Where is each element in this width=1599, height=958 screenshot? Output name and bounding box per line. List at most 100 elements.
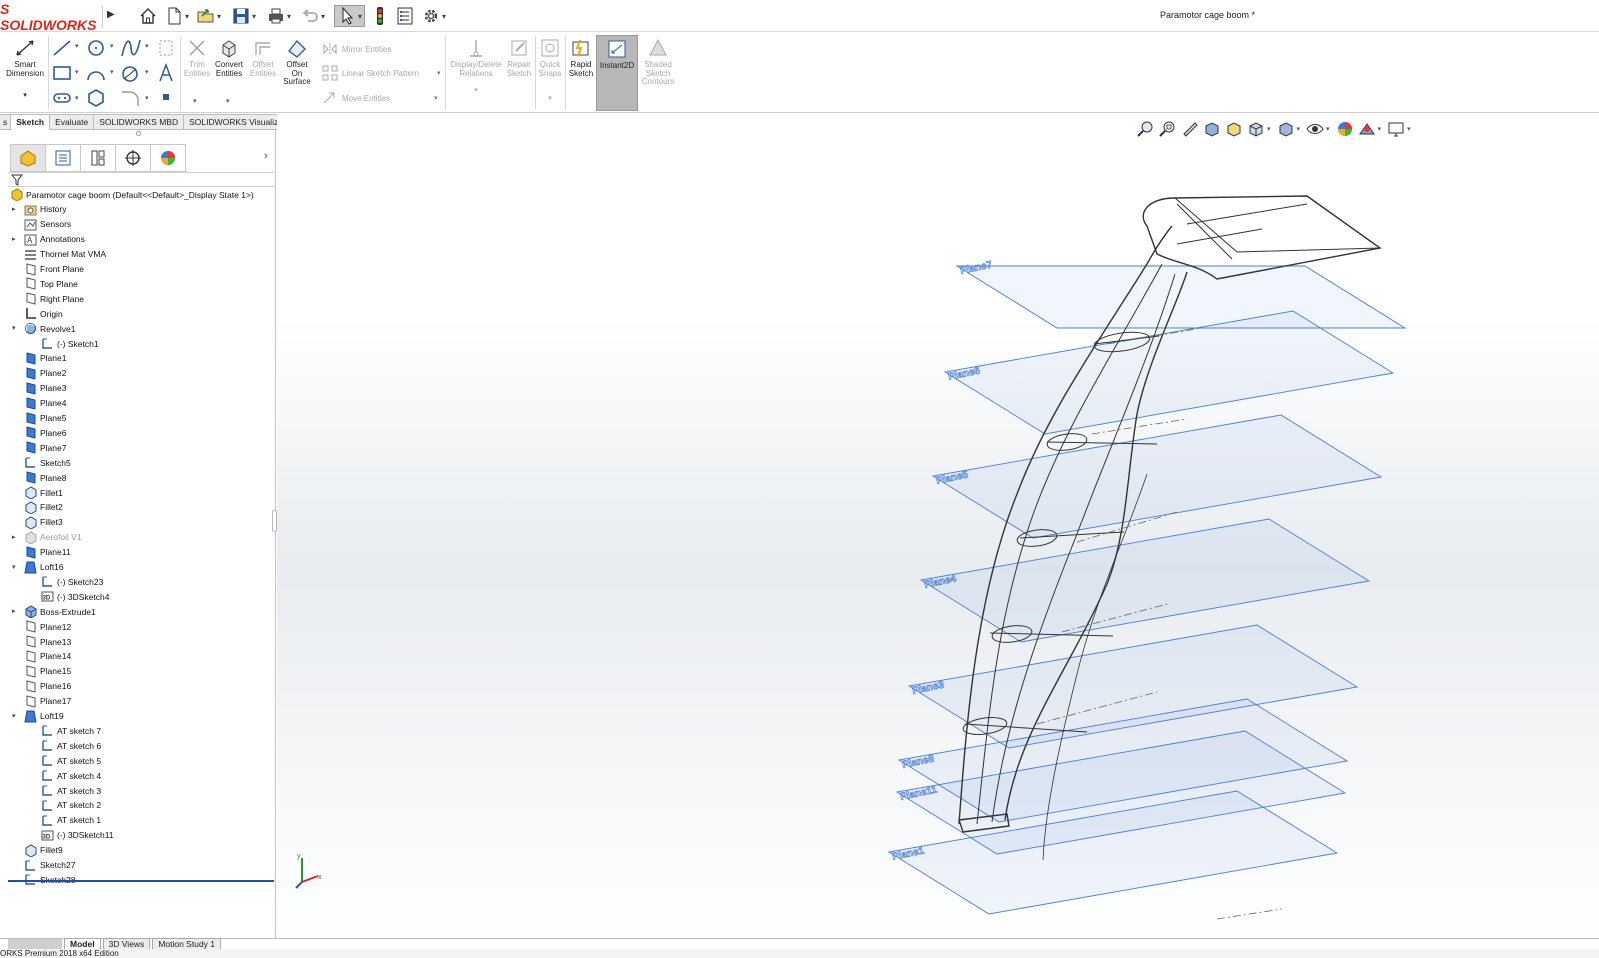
tree-item-top-plane[interactable]: Top Plane — [24, 276, 78, 291]
tree-item-aerofoil-v1[interactable]: Aerofoil V1 — [24, 530, 82, 545]
tab-scroll-arrows[interactable] — [8, 939, 62, 949]
tree-item-at-sketch-5[interactable]: AT sketch 5 — [41, 753, 101, 768]
tree-item-fillet9[interactable]: Fillet9 — [24, 843, 63, 858]
view-orientation-dropdown-icon[interactable]: ▾ — [1267, 125, 1271, 133]
view-orientation-button[interactable] — [1245, 119, 1267, 139]
tree-item-at-sketch-3[interactable]: AT sketch 3 — [41, 783, 101, 798]
tab-3d-views[interactable]: 3D Views — [102, 938, 151, 949]
tree-expand-icon[interactable]: ▾ — [12, 712, 16, 720]
panel-collapse-handle[interactable] — [136, 131, 141, 136]
quick-snaps-button[interactable]: Quick Snaps ▾ — [537, 37, 563, 104]
panel-chevron-right-icon[interactable]: › — [264, 150, 268, 162]
tree-item-thornel-mat-vma[interactable]: Thornel Mat VMA — [24, 247, 106, 262]
tree-item-plane16[interactable]: Plane16 — [24, 679, 71, 694]
tab-motion-study-1[interactable]: Motion Study 1 — [152, 938, 222, 949]
tree-item-3dsketch11[interactable]: 3D (-) 3DSketch11 — [41, 828, 114, 843]
smart-dimension-button[interactable]: Smart Dimension ▾ — [4, 37, 46, 101]
tree-item-plane11[interactable]: Plane11 — [24, 545, 71, 560]
tab-solidworks-visualize[interactable]: SOLIDWORKS Visualize — [184, 114, 289, 130]
zoom-to-area-button[interactable] — [1157, 119, 1179, 139]
tree-item-fillet1[interactable]: Fillet1 — [24, 485, 63, 500]
filter-icon[interactable] — [11, 174, 23, 186]
display-style-dropdown-icon[interactable]: ▾ — [1297, 125, 1301, 133]
tree-item-plane1[interactable]: Plane1 — [24, 351, 66, 366]
tree-item-plane2[interactable]: Plane2 — [24, 366, 66, 381]
tree-item-plane3[interactable]: Plane3 — [24, 381, 66, 396]
tree-item-plane6[interactable]: Plane6 — [24, 425, 66, 440]
print-button[interactable]: ▾ — [266, 5, 291, 27]
spline-tool-icon[interactable] — [120, 38, 142, 58]
tree-item-plane12[interactable]: Plane12 — [24, 619, 71, 634]
mirror-entities-button[interactable]: Mirror Entities — [322, 42, 391, 56]
shaded-sketch-contours-button[interactable]: Shaded Sketch Contours — [640, 37, 676, 87]
tree-item-plane8[interactable]: Plane8 — [24, 470, 66, 485]
sketch-fillet-tool-icon[interactable] — [120, 88, 140, 108]
open-button[interactable]: ▾ — [196, 5, 221, 27]
view-settings-button[interactable] — [1385, 119, 1407, 139]
view-settings-dropdown-icon[interactable]: ▾ — [1407, 125, 1411, 133]
hide-show-items-button[interactable] — [1304, 119, 1326, 139]
tree-item-plane15[interactable]: Plane15 — [24, 664, 71, 679]
tree-expand-icon[interactable]: ▸ — [12, 205, 16, 213]
reference-plane-plane6[interactable] — [943, 310, 1395, 435]
tree-item-sketch23[interactable]: (-) Sketch23 — [41, 574, 103, 589]
section-view-button[interactable] — [1201, 119, 1223, 139]
rectangle-tool-icon[interactable] — [52, 64, 72, 82]
tree-item-loft16[interactable]: Loft16 — [24, 560, 64, 575]
tree-item-3dsketch4[interactable]: 3D (-) 3DSketch4 — [41, 589, 109, 604]
apply-scene-dropdown-icon[interactable]: ▾ — [1378, 125, 1382, 133]
undo-button[interactable]: ▾ — [300, 5, 325, 27]
tree-item-at-sketch-6[interactable]: AT sketch 6 — [41, 738, 101, 753]
tree-expand-icon[interactable]: ▸ — [12, 235, 16, 243]
tree-item-at-sketch-1[interactable]: AT sketch 1 — [41, 813, 101, 828]
tree-item-sensors[interactable]: Sensors — [24, 217, 71, 232]
linear-sketch-pattern-button[interactable]: Linear Sketch Pattern ▾ — [322, 65, 440, 81]
tab-dimxpertmanager[interactable] — [115, 144, 151, 172]
tree-item-plane7[interactable]: Plane7 — [24, 440, 66, 455]
convert-entities-button[interactable]: Convert Entities — [212, 37, 246, 78]
tree-item-sketch5[interactable]: Sketch5 — [24, 455, 71, 470]
tree-item-front-plane[interactable]: Front Plane — [24, 262, 84, 277]
offset-on-surface-button[interactable]: Offset On Surface — [281, 37, 313, 87]
display-style-button[interactable] — [1275, 119, 1297, 139]
save-button[interactable]: ▾ — [231, 5, 256, 27]
tab-features-partial[interactable]: s — [0, 114, 12, 130]
repair-sketch-button[interactable]: Repair Sketch — [504, 37, 534, 78]
arc-tool-icon[interactable] — [86, 64, 106, 82]
tree-expand-icon[interactable]: ▾ — [12, 324, 16, 332]
tree-item-plane17[interactable]: Plane17 — [24, 694, 71, 709]
tree-item-at-sketch-4[interactable]: AT sketch 4 — [41, 768, 101, 783]
options-button[interactable]: ▾ — [421, 5, 446, 27]
reference-plane-plane7[interactable] — [955, 265, 1407, 329]
tab-sketch[interactable]: Sketch — [11, 114, 51, 130]
rollback-bar[interactable] — [8, 880, 274, 882]
tree-item-revolve1[interactable]: Revolve1 — [24, 321, 75, 336]
offset-entities-button[interactable]: Offset Entities — [248, 37, 278, 78]
instant2d-button[interactable]: Instant2D — [596, 35, 638, 111]
tree-item-fillet3[interactable]: Fillet3 — [24, 515, 63, 530]
home-button[interactable] — [138, 5, 158, 27]
solidworks-logo[interactable]: S SOLIDWORKS — [0, 1, 103, 33]
tab-model[interactable]: Model — [64, 938, 101, 949]
menu-expand-icon[interactable]: ▶ — [107, 9, 115, 20]
tree-item-sketch27[interactable]: Sketch27 — [24, 858, 75, 873]
new-file-button[interactable]: ▾ — [164, 5, 189, 27]
tree-item-sketch1[interactable]: (-) Sketch1 — [41, 336, 99, 351]
rebuild-button[interactable] — [370, 5, 390, 27]
tree-item-at-sketch-2[interactable]: AT sketch 2 — [41, 798, 101, 813]
tree-item-boss-extrude1[interactable]: Boss-Extrude1 — [24, 604, 96, 619]
tree-item-origin[interactable]: Origin — [24, 306, 63, 321]
tree-item-loft19[interactable]: Loft19 — [24, 709, 64, 724]
slot-tool-icon[interactable] — [52, 90, 72, 106]
tree-item-plane14[interactable]: Plane14 — [24, 649, 71, 664]
tab-solidworks-mbd[interactable]: SOLIDWORKS MBD — [94, 114, 185, 130]
text-tool-icon[interactable] — [157, 63, 175, 83]
tree-item-plane13[interactable]: Plane13 — [24, 634, 71, 649]
tree-root-part[interactable]: Paramotor cage boom (Default<<Default>_D… — [10, 187, 254, 202]
point-tool-icon[interactable] — [160, 91, 172, 103]
zoom-to-fit-button[interactable] — [1135, 119, 1157, 139]
tree-expand-icon[interactable]: ▸ — [12, 607, 16, 615]
tree-item-right-plane[interactable]: Right Plane — [24, 291, 84, 306]
display-delete-relations-button[interactable]: Display/Delete Relations ▾ — [449, 37, 503, 96]
file-properties-button[interactable] — [395, 5, 415, 27]
